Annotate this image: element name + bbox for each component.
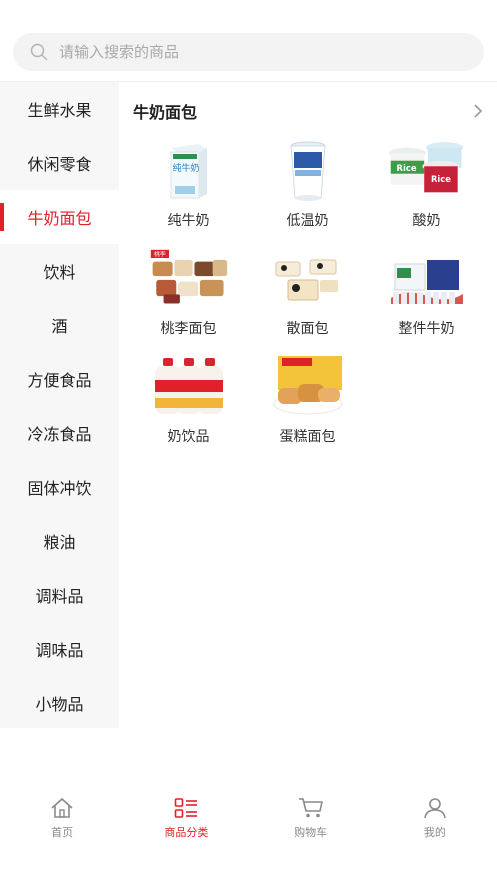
- product-name: 整件牛奶: [398, 321, 455, 337]
- sidebar-item-label: 固体冲饮: [27, 479, 92, 498]
- product-name: 纯牛奶: [167, 213, 210, 229]
- tab-label: 我的: [423, 826, 446, 839]
- product-item[interactable]: 奶饮品: [129, 353, 248, 461]
- sidebar-item-label: 牛奶面包: [27, 209, 92, 228]
- section-title: 牛奶面包: [133, 103, 198, 122]
- sidebar-item-label: 休闲零食: [27, 155, 92, 174]
- tab-home[interactable]: 首页: [0, 790, 124, 850]
- sidebar-item-seasonings[interactable]: 调味品: [0, 622, 119, 676]
- section-header[interactable]: 牛奶面包: [133, 99, 485, 123]
- sidebar-item-frozen-food[interactable]: 冷冻食品: [0, 406, 119, 460]
- yogurt-brand-label: Rice: [396, 163, 416, 173]
- search-box[interactable]: [13, 33, 484, 71]
- sidebar-item-label: 调味品: [35, 641, 84, 660]
- sidebar-item-milk-bread[interactable]: 牛奶面包: [0, 190, 119, 244]
- yogurt-brand-label: Rice: [430, 174, 450, 184]
- sidebar-item-solid-drinks[interactable]: 固体冲饮: [0, 460, 119, 514]
- sidebar-item-label: 生鲜水果: [27, 101, 92, 120]
- product-name: 酸奶: [412, 213, 441, 229]
- tab-cart[interactable]: 购物车: [249, 790, 373, 850]
- chevron-right-icon[interactable]: [471, 104, 485, 118]
- bottom-tab-bar: 首页 商品分类 购物车 我的: [0, 790, 497, 850]
- packaged-bread-image: 桃李: [149, 245, 229, 311]
- product-grid: 纯牛奶 纯牛奶 低温奶 Rice Rice 酸奶 桃李 桃李面包 散面包 整件牛…: [129, 137, 487, 461]
- sidebar-item-label: 调料品: [35, 587, 84, 606]
- product-name: 蛋糕面包: [279, 429, 336, 445]
- tab-mine[interactable]: 我的: [373, 790, 497, 850]
- sidebar-item-label: 小物品: [35, 695, 84, 714]
- loose-bread-image: [268, 245, 348, 311]
- product-name: 低温奶: [286, 213, 329, 229]
- product-item[interactable]: 整件牛奶: [367, 245, 486, 353]
- sidebar-item-label: 酒: [51, 317, 68, 336]
- product-item[interactable]: 桃李 桃李面包: [129, 245, 248, 353]
- product-name: 散面包: [286, 321, 329, 337]
- tab-label: 购物车: [294, 826, 328, 839]
- sidebar-item-label: 粮油: [43, 533, 76, 552]
- category-content: 牛奶面包 纯牛奶 纯牛奶 低温奶 Rice Rice 酸奶 桃李 桃李面包 散面…: [119, 82, 497, 728]
- product-item[interactable]: 低温奶: [248, 137, 367, 245]
- milk-case-image: [387, 245, 467, 311]
- bread-brand-label: 桃李: [154, 250, 166, 258]
- sidebar-item-grain-oil[interactable]: 粮油: [0, 514, 119, 568]
- sidebar-item-label: 冷冻食品: [27, 425, 92, 444]
- home-icon: [49, 796, 75, 820]
- sidebar-item-drinks[interactable]: 饮料: [0, 244, 119, 298]
- sidebar-item-instant-food[interactable]: 方便食品: [0, 352, 119, 406]
- sidebar-item-label: 饮料: [43, 263, 76, 282]
- milk-carton-image: 纯牛奶: [149, 137, 229, 203]
- product-item[interactable]: Rice Rice 酸奶: [367, 137, 486, 245]
- product-item[interactable]: 蛋糕面包: [248, 353, 367, 461]
- sidebar-item-fresh-fruit[interactable]: 生鲜水果: [0, 82, 119, 136]
- search-bar: [0, 0, 497, 82]
- sidebar-item-label: 方便食品: [27, 371, 92, 390]
- tab-label: 商品分类: [164, 826, 209, 839]
- cake-bread-image: [268, 353, 348, 419]
- sidebar-item-small-goods[interactable]: 小物品: [0, 676, 119, 730]
- search-input[interactable]: [59, 43, 439, 61]
- category-icon: [173, 796, 199, 820]
- sidebar-item-snacks[interactable]: 休闲零食: [0, 136, 119, 190]
- product-item[interactable]: 纯牛奶 纯牛奶: [129, 137, 248, 245]
- product-name: 桃李面包: [160, 321, 217, 337]
- category-sidebar: 生鲜水果 休闲零食 牛奶面包 饮料 酒 方便食品 冷冻食品 固体冲饮 粮油 调料…: [0, 82, 119, 728]
- sidebar-item-liquor[interactable]: 酒: [0, 298, 119, 352]
- milk-drink-bottles-image: [149, 353, 229, 419]
- sidebar-item-spices[interactable]: 调料品: [0, 568, 119, 622]
- cart-icon: [298, 796, 324, 820]
- tab-label: 首页: [51, 826, 74, 839]
- product-item[interactable]: 散面包: [248, 245, 367, 353]
- tab-category[interactable]: 商品分类: [124, 790, 248, 850]
- search-icon: [29, 42, 49, 62]
- carton-label: 纯牛奶: [172, 162, 199, 174]
- user-icon: [422, 796, 448, 820]
- milk-cup-image: [268, 137, 348, 203]
- yogurt-cups-image: Rice Rice: [387, 137, 467, 203]
- product-name: 奶饮品: [167, 429, 210, 445]
